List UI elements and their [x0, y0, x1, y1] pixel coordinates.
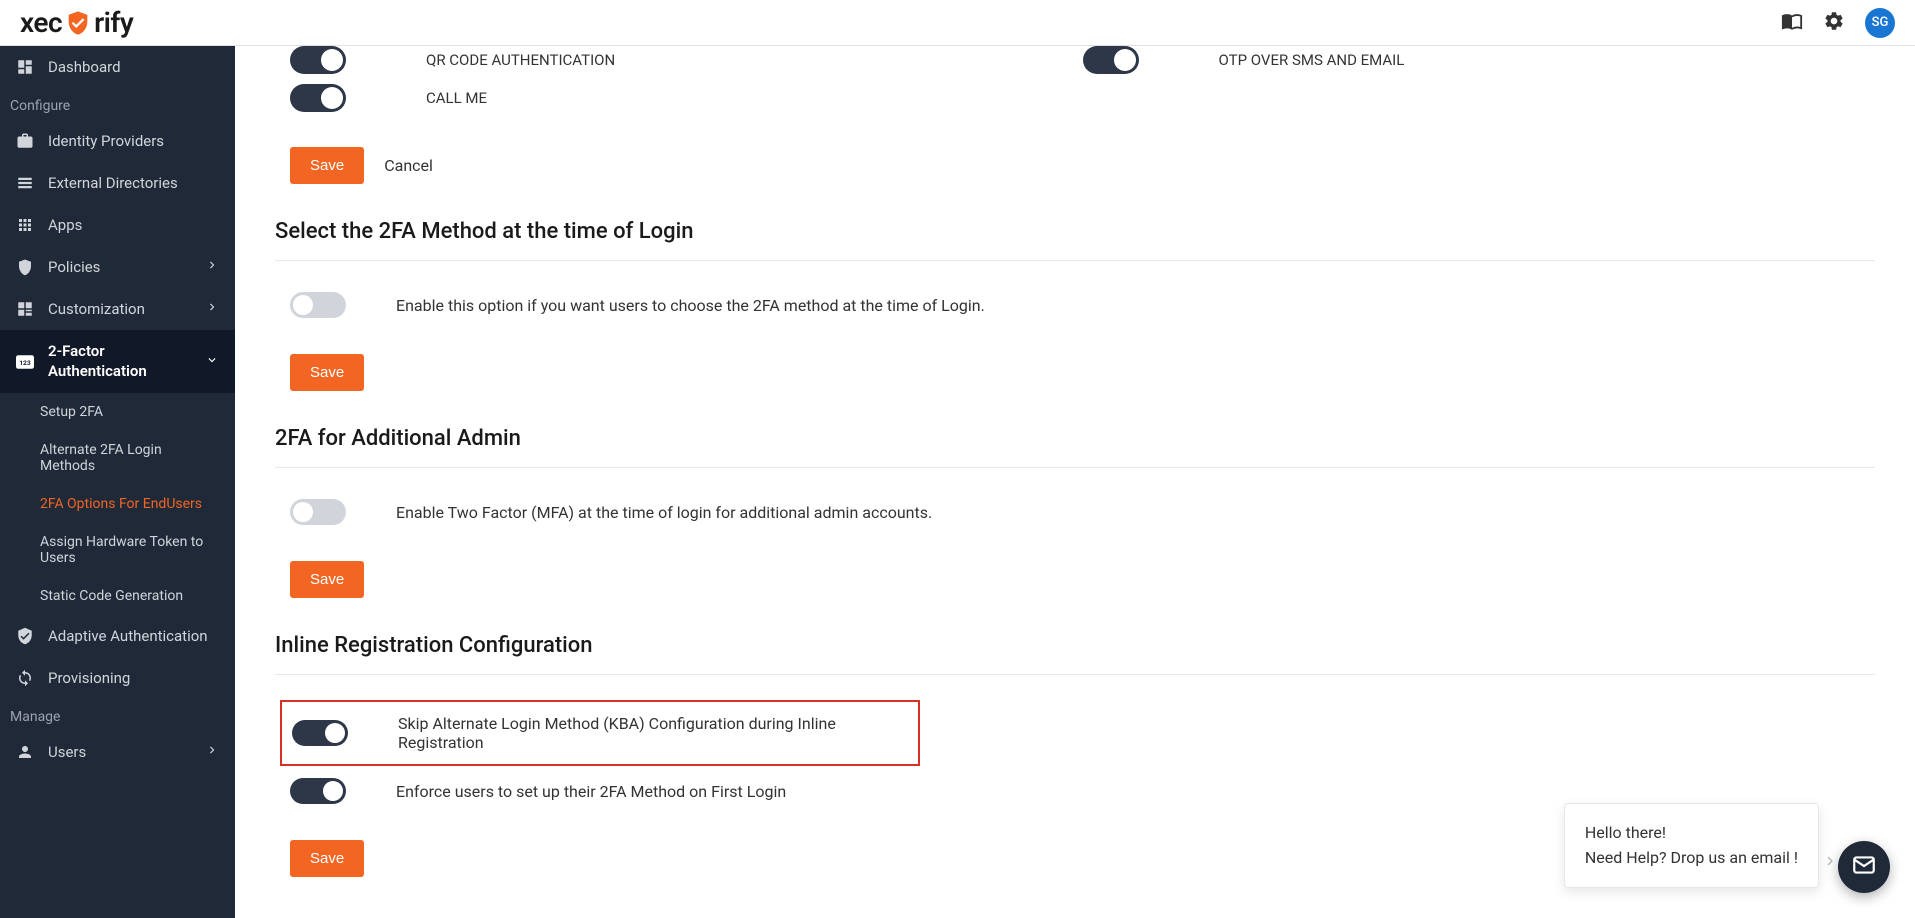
brand-pre: xec: [20, 6, 62, 39]
chevron-down-icon: [205, 353, 219, 371]
toggle-enforce-first-login[interactable]: [290, 778, 346, 804]
gear-icon[interactable]: [1823, 10, 1845, 36]
save-button-select-2fa[interactable]: Save: [290, 354, 364, 391]
dashboard-icon: [16, 58, 34, 76]
password-icon: 123: [16, 353, 34, 371]
sidebar-item-adaptive-auth[interactable]: Adaptive Authentication: [0, 615, 235, 657]
chevron-right-icon: [1821, 852, 1839, 874]
nav-label: Apps: [48, 216, 82, 234]
sync-icon: [16, 669, 34, 687]
shield-icon: [16, 258, 34, 276]
label-otp-sms-email: OTP OVER SMS AND EMAIL: [1219, 51, 1405, 69]
nav-label: Users: [48, 743, 86, 761]
desc-skip-kba: Skip Alternate Login Method (KBA) Config…: [398, 714, 908, 752]
desc-enforce-first-login: Enforce users to set up their 2FA Method…: [396, 782, 786, 801]
sidebar-item-dashboard[interactable]: Dashboard: [0, 46, 235, 88]
mail-icon: [1851, 852, 1877, 882]
brand-logo: xec rify: [20, 6, 133, 39]
nav-section-manage: Manage: [0, 699, 235, 731]
desc-additional-admin: Enable Two Factor (MFA) at the time of l…: [396, 503, 932, 522]
save-button-inline-reg[interactable]: Save: [290, 840, 364, 877]
divider: [275, 260, 1875, 261]
chat-fab-button[interactable]: [1838, 841, 1890, 893]
divider: [275, 467, 1875, 468]
sidebar-item-customization[interactable]: Customization: [0, 288, 235, 330]
sidebar-item-external-directories[interactable]: External Directories: [0, 162, 235, 204]
highlighted-option: Skip Alternate Login Method (KBA) Config…: [280, 700, 920, 766]
app-header: xec rify SG: [0, 0, 1915, 46]
sidebar-item-2fa[interactable]: 123 2-Factor Authentication: [0, 330, 235, 393]
chat-greeting: Hello there!: [1585, 820, 1798, 846]
nav-label: Policies: [48, 258, 100, 276]
chat-help-text: Need Help? Drop us an email !: [1585, 845, 1798, 871]
sidebar-item-apps[interactable]: Apps: [0, 204, 235, 246]
sub-options-endusers[interactable]: 2FA Options For EndUsers: [0, 485, 235, 523]
label-call-me: CALL ME: [426, 89, 487, 107]
sidebar: Dashboard Configure Identity Providers E…: [0, 46, 235, 918]
nav-section-configure: Configure: [0, 88, 235, 120]
main-content: QR CODE AUTHENTICATION CALL ME OTP OVER …: [235, 46, 1915, 918]
nav-label: Provisioning: [48, 669, 130, 687]
label-qr-code: QR CODE AUTHENTICATION: [426, 51, 615, 69]
user-icon: [16, 743, 34, 761]
sidebar-item-users[interactable]: Users: [0, 731, 235, 773]
apps-icon: [16, 216, 34, 234]
user-avatar[interactable]: SG: [1865, 8, 1895, 38]
toggle-skip-kba[interactable]: [292, 720, 348, 746]
sub-assign-token[interactable]: Assign Hardware Token to Users: [0, 523, 235, 577]
nav-label: Customization: [48, 300, 145, 318]
toggle-additional-admin[interactable]: [290, 499, 346, 525]
nav-label: 2-Factor Authentication: [48, 342, 191, 381]
widgets-icon: [16, 300, 34, 318]
brand-post: rify: [94, 6, 133, 39]
svg-text:123: 123: [19, 359, 31, 367]
sub-static-code[interactable]: Static Code Generation: [0, 577, 235, 615]
section-title-inline-reg: Inline Registration Configuration: [275, 633, 1875, 658]
auth-methods-grid: QR CODE AUTHENTICATION CALL ME OTP OVER …: [275, 46, 1875, 122]
chevron-right-icon: [205, 300, 219, 318]
chevron-right-icon: [205, 743, 219, 761]
shield-check-icon: [64, 9, 92, 37]
toggle-qr-code[interactable]: [290, 46, 346, 74]
toggle-otp-sms-email[interactable]: [1083, 46, 1139, 74]
nav-label: Identity Providers: [48, 132, 164, 150]
nav-label: Dashboard: [48, 58, 121, 76]
toggle-select-2fa-login[interactable]: [290, 292, 346, 318]
save-button-methods[interactable]: Save: [290, 147, 364, 184]
save-button-additional-admin[interactable]: Save: [290, 561, 364, 598]
sub-alternate-methods[interactable]: Alternate 2FA Login Methods: [0, 431, 235, 485]
nav-label: External Directories: [48, 174, 178, 192]
book-icon[interactable]: [1781, 10, 1803, 36]
sub-setup-2fa[interactable]: Setup 2FA: [0, 393, 235, 431]
briefcase-icon: [16, 132, 34, 150]
chevron-right-icon: [205, 258, 219, 276]
list-icon: [16, 174, 34, 192]
section-title-additional-admin: 2FA for Additional Admin: [275, 426, 1875, 451]
header-actions: SG: [1781, 8, 1895, 38]
toggle-call-me[interactable]: [290, 84, 346, 112]
divider: [275, 674, 1875, 675]
verified-icon: [16, 627, 34, 645]
sidebar-submenu-2fa: Setup 2FA Alternate 2FA Login Methods 2F…: [0, 393, 235, 615]
desc-select-2fa-login: Enable this option if you want users to …: [396, 296, 985, 315]
sidebar-item-identity-providers[interactable]: Identity Providers: [0, 120, 235, 162]
cancel-link[interactable]: Cancel: [384, 156, 433, 175]
sidebar-item-policies[interactable]: Policies: [0, 246, 235, 288]
nav-label: Adaptive Authentication: [48, 627, 208, 645]
chat-popup: Hello there! Need Help? Drop us an email…: [1564, 803, 1819, 888]
sidebar-item-provisioning[interactable]: Provisioning: [0, 657, 235, 699]
section-title-select-2fa: Select the 2FA Method at the time of Log…: [275, 219, 1875, 244]
